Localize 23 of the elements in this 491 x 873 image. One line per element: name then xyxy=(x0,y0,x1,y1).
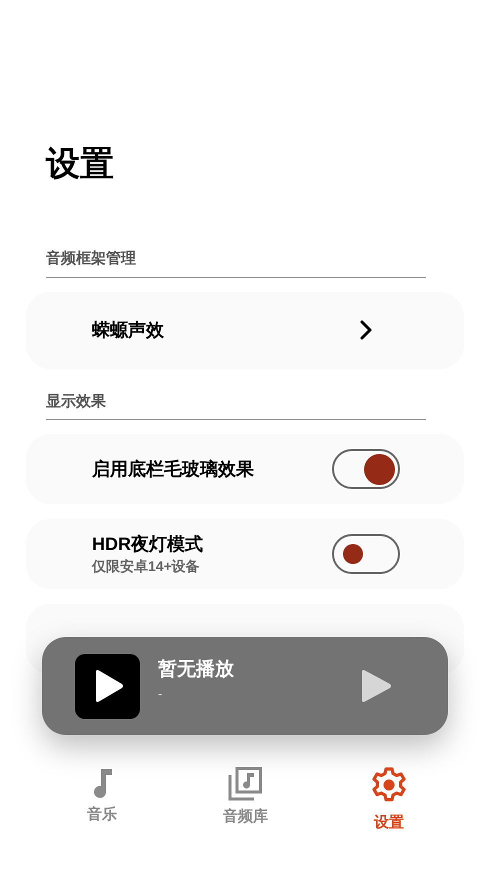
item-label: HDR夜灯模式 xyxy=(92,533,204,556)
section-header: 显示效果 xyxy=(46,390,426,420)
section-header: 音频框架管理 xyxy=(46,248,426,278)
settings-item[interactable]: 启用底栏毛玻璃效果 xyxy=(26,434,464,504)
page-title: 设置 xyxy=(44,144,115,185)
play-button[interactable] xyxy=(359,668,393,704)
item-label: 启用底栏毛玻璃效果 xyxy=(92,458,255,481)
settings-item[interactable]: 蝾螈声效 xyxy=(26,292,464,368)
item-subtitle: 仅限安卓14+设备 xyxy=(92,557,201,576)
track-artist: - xyxy=(158,685,162,703)
settings-item[interactable]: HDR夜灯模式 仅限安卓14+设备 xyxy=(26,519,464,589)
chevron-right-icon xyxy=(360,320,372,340)
item-label: 蝾螈声效 xyxy=(92,319,165,342)
music-library-icon xyxy=(228,767,262,801)
nav-tab[interactable]: 音乐 xyxy=(30,762,174,842)
mini-player[interactable]: 暂无播放 - xyxy=(42,637,448,735)
toggle-switch[interactable] xyxy=(332,449,400,489)
track-title: 暂无播放 xyxy=(158,658,235,682)
play-icon xyxy=(360,669,392,703)
nav-tab[interactable]: 音频库 xyxy=(174,762,318,842)
settings-icon xyxy=(371,767,408,803)
nav-tab[interactable]: 设置 xyxy=(317,762,461,842)
toggle-switch[interactable] xyxy=(332,534,400,574)
